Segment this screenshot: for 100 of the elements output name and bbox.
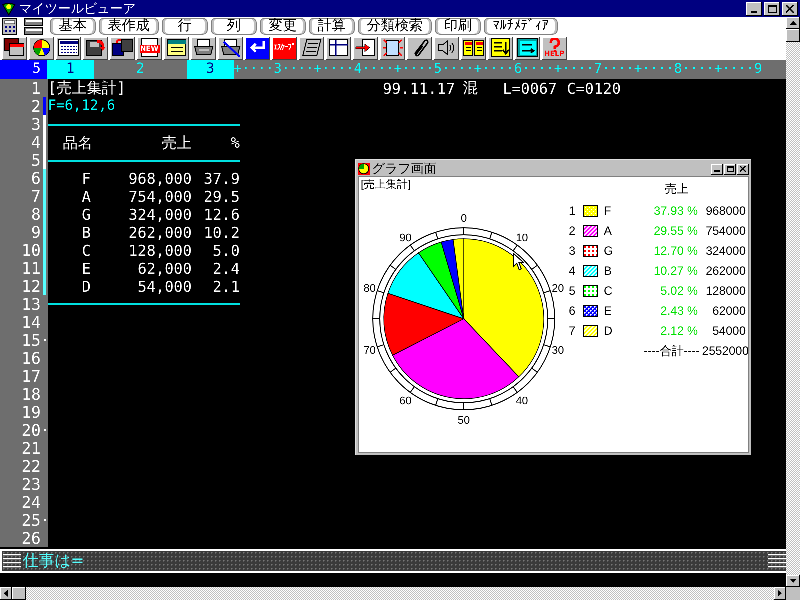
window-title: マイツールビューア bbox=[19, 0, 136, 18]
toolbar-button[interactable] bbox=[353, 36, 378, 60]
menu-tab[interactable]: 表作成 bbox=[99, 18, 159, 35]
split-view-button[interactable] bbox=[24, 18, 44, 36]
line-number: 8 bbox=[30, 204, 42, 224]
table-cell-text: 37.9 bbox=[202, 170, 240, 188]
menu-tab[interactable]: 印刷 bbox=[435, 18, 481, 35]
maximize-button[interactable] bbox=[724, 164, 736, 174]
table-cell-text: C bbox=[81, 242, 92, 260]
table-cell-text: 968,000 bbox=[128, 170, 192, 188]
menu-tab[interactable]: 列 bbox=[211, 18, 257, 35]
percent-text: 2.43 % bbox=[660, 304, 698, 318]
scale-label: 20 bbox=[552, 282, 564, 295]
toolbar-button[interactable] bbox=[461, 36, 486, 60]
menu-tab[interactable]: 計算 bbox=[309, 18, 355, 35]
toolbar-button[interactable]: ｴｽｹｰﾌﾟ bbox=[272, 36, 297, 60]
menu-tab[interactable]: ﾏﾙﾁﾒﾃﾞｨｱ bbox=[484, 18, 558, 35]
table-cell-text: G bbox=[81, 206, 92, 224]
pie-chart-icon bbox=[358, 163, 370, 175]
toolbar-button[interactable] bbox=[164, 36, 189, 60]
toolbar-button[interactable] bbox=[245, 36, 270, 60]
toolbar-button[interactable] bbox=[83, 36, 108, 60]
sheet-title: [売上集計] bbox=[48, 79, 128, 98]
scroll-left-button[interactable] bbox=[0, 587, 12, 600]
legend-label: A bbox=[604, 224, 614, 238]
printer-cancel-icon bbox=[220, 38, 242, 58]
toolbar-button[interactable] bbox=[29, 36, 54, 60]
maximize-icon bbox=[726, 166, 734, 172]
toolbar-button[interactable] bbox=[434, 36, 459, 60]
toolbar-button[interactable] bbox=[218, 36, 243, 60]
restore-button[interactable] bbox=[764, 2, 780, 16]
table-cell-text: 262,000 bbox=[128, 224, 192, 242]
legend-header: 売上 bbox=[665, 181, 690, 198]
toolbar-button[interactable] bbox=[299, 36, 324, 60]
toolbar-button[interactable] bbox=[110, 36, 135, 60]
toolbar-button[interactable] bbox=[488, 36, 513, 60]
scroll-right-button[interactable] bbox=[774, 587, 786, 600]
table-cell-text: 5.0 bbox=[212, 242, 240, 260]
minimize-button[interactable] bbox=[746, 2, 762, 16]
close-button[interactable] bbox=[737, 164, 749, 174]
toolbar-button[interactable] bbox=[56, 36, 81, 60]
toolbar-button[interactable] bbox=[380, 36, 405, 60]
line-number-cell: 5 bbox=[0, 60, 47, 79]
menu-tab[interactable]: 行 bbox=[162, 18, 208, 35]
down-arrow-icon bbox=[790, 579, 796, 583]
up-arrow-icon bbox=[790, 21, 796, 25]
line-number: 9 bbox=[30, 222, 42, 242]
scale-label: 60 bbox=[400, 396, 412, 408]
line-number: 26 bbox=[20, 528, 42, 548]
legend-number: 6 bbox=[569, 304, 577, 318]
line-number: 17 bbox=[20, 366, 42, 386]
value-text: 128000 bbox=[704, 284, 746, 298]
value-text: 968000 bbox=[704, 204, 746, 218]
toolbar-button[interactable] bbox=[191, 36, 216, 60]
line-number: 13 bbox=[20, 294, 42, 314]
legend-number: 2 bbox=[569, 224, 577, 238]
legend-number: 5 bbox=[569, 284, 577, 298]
close-button[interactable] bbox=[782, 2, 798, 16]
toolbar-button[interactable] bbox=[515, 36, 540, 60]
menu-tab[interactable]: 変更 bbox=[260, 18, 306, 35]
line-number: 6 bbox=[30, 168, 42, 188]
line-number: 15 bbox=[20, 330, 42, 350]
line-number: 19 bbox=[20, 402, 42, 422]
legend-label: E bbox=[604, 304, 614, 318]
scroll-down-button[interactable] bbox=[786, 575, 800, 587]
scrollbar-thumb[interactable] bbox=[786, 29, 800, 42]
line-number: 4 bbox=[30, 132, 42, 152]
value-text: 754000 bbox=[704, 224, 746, 238]
legend-number: 7 bbox=[569, 324, 577, 338]
column-header: 品名 bbox=[62, 134, 94, 152]
scrollbar-thumb[interactable] bbox=[12, 587, 26, 600]
menu-tab[interactable]: 基本 bbox=[50, 18, 96, 35]
line-number: 1 bbox=[30, 78, 42, 98]
line-number: 16 bbox=[20, 348, 42, 368]
line-number: 7 bbox=[30, 186, 42, 206]
field-column-tab[interactable]: 3 bbox=[187, 60, 234, 79]
scale-label: 70 bbox=[364, 345, 376, 358]
calculator-button[interactable] bbox=[2, 18, 18, 36]
percent-text: 29.55 % bbox=[652, 224, 698, 238]
line-position: L=0067 bbox=[503, 80, 558, 98]
toolbar-button[interactable] bbox=[326, 36, 351, 60]
line-number: 20 bbox=[20, 420, 42, 440]
table-cell-text: E bbox=[81, 260, 92, 278]
lines-icon bbox=[3, 553, 21, 569]
scrollbar-corner bbox=[786, 587, 800, 600]
table-cell-text: 2.1 bbox=[212, 278, 240, 296]
card-icon bbox=[166, 38, 188, 58]
table-cell-text: D bbox=[81, 278, 92, 296]
toolbar-button[interactable] bbox=[2, 36, 27, 60]
total-label: ----合計---- bbox=[643, 342, 700, 360]
toolbar-button[interactable] bbox=[407, 36, 432, 60]
minimize-button[interactable] bbox=[711, 164, 723, 174]
menu-tab[interactable]: 分類検索 bbox=[358, 18, 432, 35]
field-column-tab[interactable]: 2 bbox=[94, 60, 187, 79]
table-icon bbox=[328, 38, 350, 58]
table-cell-text: F bbox=[81, 170, 92, 188]
field-column-tab[interactable]: 1 bbox=[47, 60, 94, 79]
scroll-up-button[interactable] bbox=[786, 17, 800, 29]
legend-number: 3 bbox=[569, 244, 577, 258]
right-arrow-icon bbox=[778, 590, 782, 597]
